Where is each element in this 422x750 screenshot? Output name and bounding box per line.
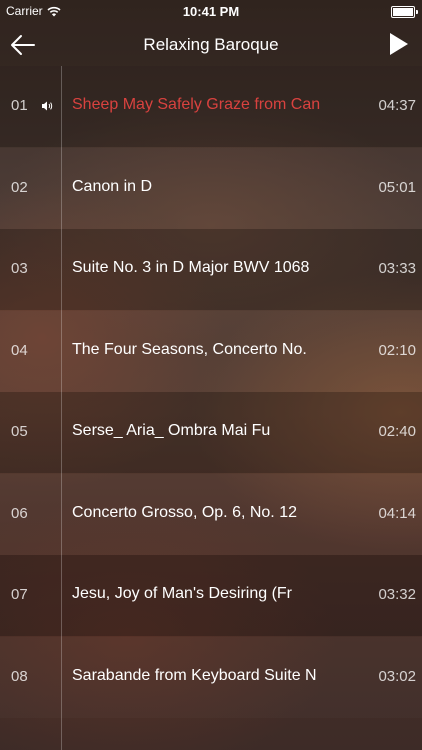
track-row[interactable]: 06 Concerto Grosso, Op. 6, No. 12 04:14: [0, 474, 422, 555]
play-icon[interactable]: [389, 32, 409, 56]
track-duration: 02:10: [378, 341, 416, 359]
track-duration: 02:40: [378, 423, 416, 440]
track-number: 05: [11, 423, 28, 440]
track-row[interactable]: 04 The Four Seasons, Concerto No. 02:10: [0, 311, 422, 392]
track-number: 02: [11, 178, 28, 196]
track-duration: 04:37: [378, 97, 416, 114]
track-title: Concerto Grosso, Op. 6, No. 12: [72, 503, 297, 521]
track-title: Jesu, Joy of Man's Desiring (Fr: [72, 585, 293, 602]
number-column-divider: [61, 66, 62, 750]
speaker-icon: [42, 101, 53, 111]
track-list: 01 Sheep May Safely Graze from Can 04:37 02…: [0, 66, 422, 750]
track-row[interactable]: 01 Sheep May Safely Graze from Can 04:37: [0, 66, 422, 147]
track-title: Sarabande from Keyboard Suite N: [72, 666, 317, 684]
track-title: The Four Seasons, Concerto No.: [72, 340, 307, 358]
nav-bar: Relaxing Baroque: [0, 24, 422, 66]
track-title: Sheep May Safely Graze from Can: [72, 96, 321, 113]
track-number: 04: [11, 341, 28, 359]
track-number: 08: [11, 667, 28, 685]
track-row[interactable]: 07 Jesu, Joy of Man's Desiring (Fr 03:32: [0, 555, 422, 636]
track-title: Serse_ Aria_ Ombra Mai Fu: [72, 422, 271, 439]
track-number: 01: [11, 97, 28, 114]
track-title: Canon in D: [72, 177, 153, 195]
track-row[interactable]: 05 Serse_ Aria_ Ombra Mai Fu 02:40: [0, 392, 422, 473]
page-title: Relaxing Baroque: [143, 35, 279, 54]
track-duration: 05:01: [378, 178, 416, 196]
track-row[interactable]: 08 Sarabande from Keyboard Suite N 03:02: [0, 637, 422, 718]
status-bar: Carrier 10:41 PM: [0, 0, 422, 24]
track-row[interactable]: 02 Canon in D 05:01: [0, 148, 422, 229]
track-duration: 04:14: [378, 504, 416, 522]
status-time: 10:41 PM: [182, 4, 240, 19]
track-number: 06: [11, 504, 28, 522]
track-title: Suite No. 3 in D Major BWV 1068: [72, 259, 310, 276]
track-number: 03: [11, 260, 28, 277]
track-number: 07: [11, 586, 28, 603]
track-duration: 03:33: [378, 260, 416, 277]
track-duration: 03:02: [378, 667, 416, 685]
track-duration: 03:32: [378, 586, 416, 603]
track-row[interactable]: 03 Suite No. 3 in D Major BWV 1068 03:33: [0, 229, 422, 310]
battery-icon: [391, 6, 418, 18]
